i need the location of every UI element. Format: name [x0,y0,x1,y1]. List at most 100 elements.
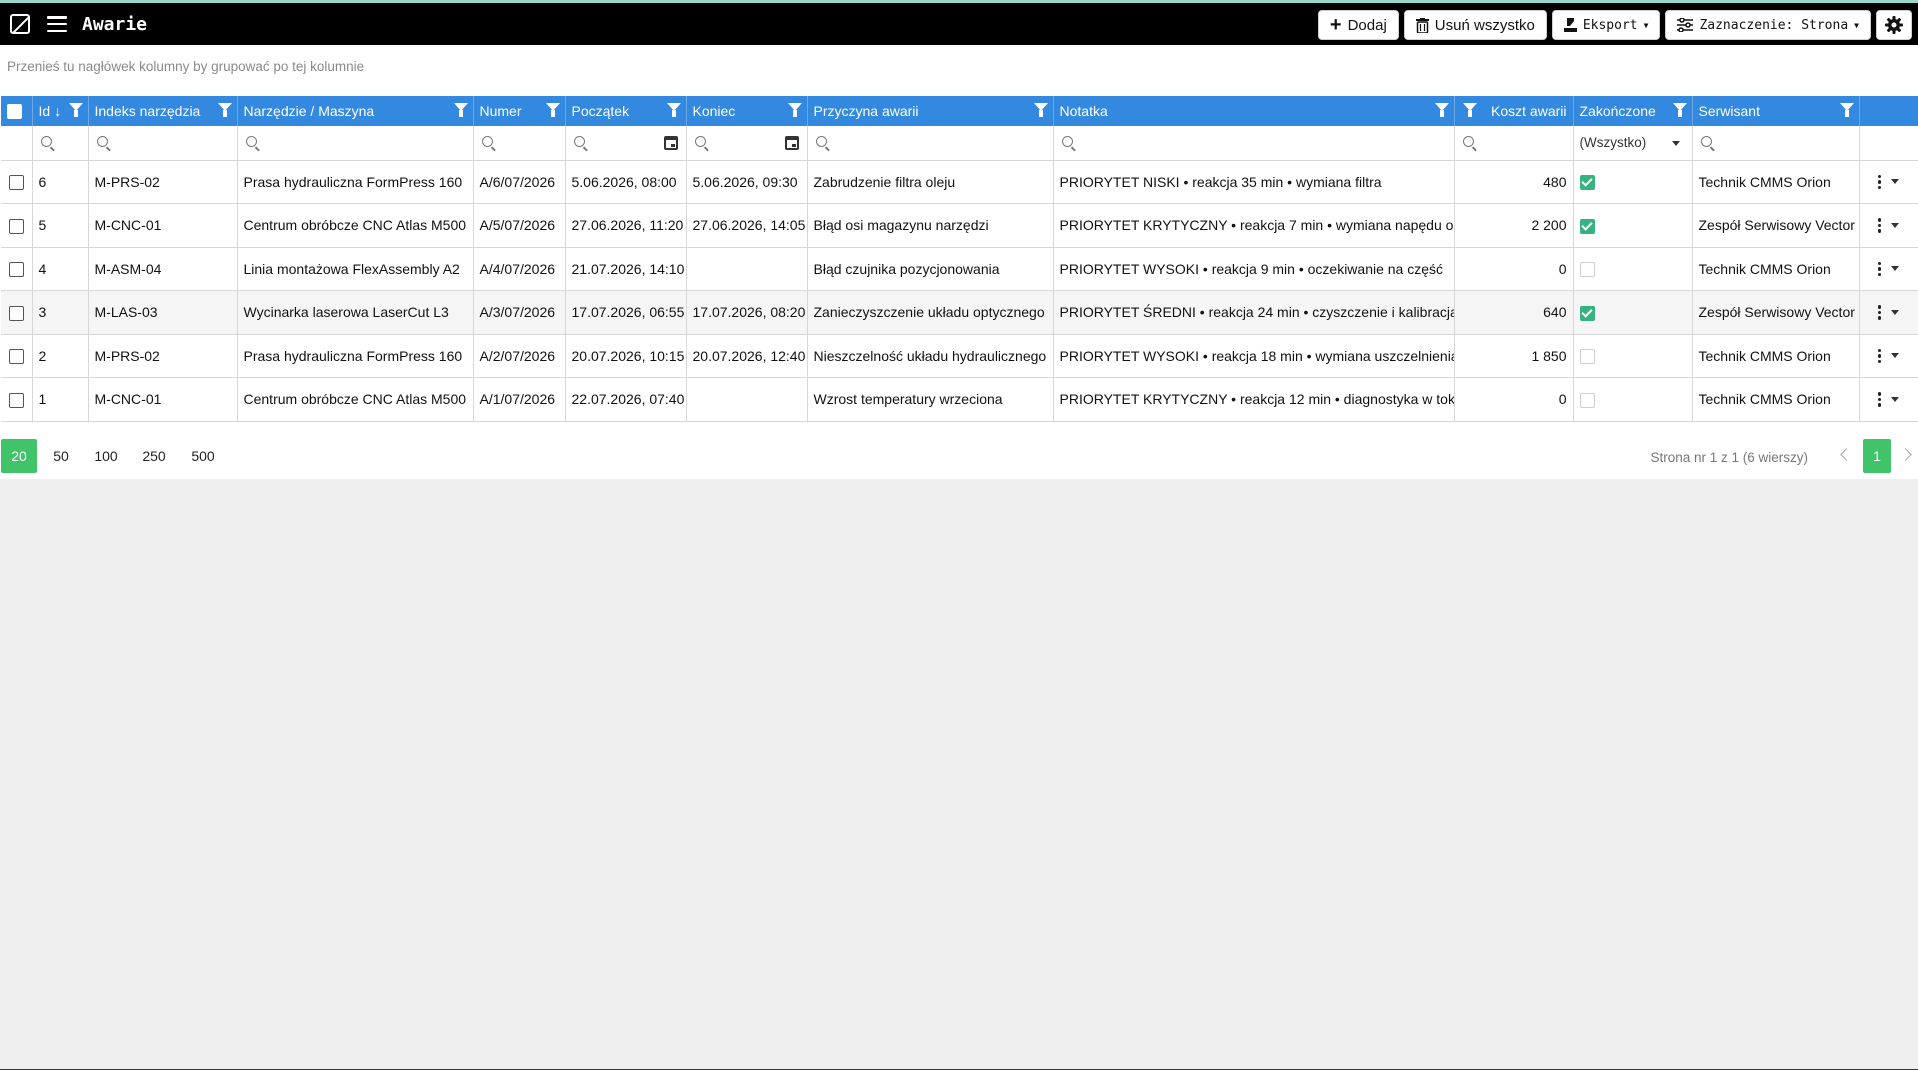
cell-note: PRIORYTET WYSOKI • reakcja 9 min • oczek… [1053,247,1455,291]
filter-icon[interactable] [1839,103,1854,118]
column-header-cause[interactable]: Przyczyna awarii [807,96,1054,126]
page-size-option[interactable]: 20 [1,439,37,473]
page-size-option[interactable]: 250 [134,439,174,473]
filter-input-end[interactable] [686,126,808,161]
filter-input-number[interactable] [473,126,566,161]
filter-icon[interactable] [787,103,802,118]
column-label-technician: Serwisant [1698,103,1760,119]
chevron-down-icon[interactable] [1891,179,1900,185]
more-vertical-icon[interactable] [1877,392,1882,407]
filter-input-cause[interactable] [807,126,1054,161]
hamburger-menu-icon[interactable] [47,16,67,32]
page-size-option[interactable]: 50 [43,439,79,473]
chevron-right-icon[interactable] [1899,448,1912,461]
search-icon [245,136,257,148]
table-row[interactable]: 2 M-PRS-02 Prasa hydrauliczna FormPress … [1,334,1918,378]
chevron-down-icon[interactable] [1891,266,1900,272]
chevron-left-icon[interactable] [1840,448,1853,461]
row-checkbox[interactable] [8,349,24,365]
calendar-icon[interactable] [784,136,799,150]
filter-icon[interactable] [1462,103,1477,118]
filter-input-technician[interactable] [1692,126,1860,161]
chevron-down-icon: ▼ [1854,20,1859,30]
filter-input-start[interactable] [565,126,687,161]
column-header-technician[interactable]: Serwisant [1692,96,1860,126]
cell-id: 5 [32,203,89,248]
column-header-note[interactable]: Notatka [1053,96,1455,126]
cell-technician: Zespół Serwisowy Vector [1692,203,1860,248]
column-header-cost[interactable]: Koszt awarii [1454,96,1574,126]
filter-icon[interactable] [1672,103,1687,118]
row-checkbox[interactable] [8,218,24,234]
table-row[interactable]: 1 M-CNC-01 Centrum obróbcze CNC Atlas M5… [1,377,1918,422]
table-row[interactable]: 3 M-LAS-03 Wycinarka laserowa LaserCut L… [1,290,1918,335]
column-header-completed[interactable]: Zakończone [1573,96,1693,126]
cell-id: 1 [32,377,89,422]
chevron-down-icon[interactable] [1891,396,1900,402]
column-header-end[interactable]: Koniec [686,96,808,126]
more-vertical-icon[interactable] [1877,348,1882,363]
filter-icon[interactable] [68,103,83,118]
filter-input-cost[interactable] [1454,126,1574,161]
filter-icon[interactable] [1434,103,1449,118]
selection-mode-dropdown[interactable]: Zaznaczenie: Strona ▼ [1665,10,1871,40]
filter-input-tool-index[interactable] [88,126,238,161]
column-header-number[interactable]: Numer [473,96,566,126]
more-vertical-icon[interactable] [1877,218,1882,233]
delete-all-button[interactable]: Usuń wszystko [1403,10,1547,40]
cell-start: 17.07.2026, 06:55 [565,290,687,335]
filter-input-id[interactable] [32,126,89,161]
row-checkbox[interactable] [8,175,24,191]
filter-icon[interactable] [1033,103,1048,118]
cell-completed [1573,247,1693,291]
search-icon [1462,136,1474,148]
export-dropdown-button[interactable]: Eksport ▼ [1551,10,1661,40]
search-icon [96,136,108,148]
filter-icon[interactable] [666,103,681,118]
app-logo-icon[interactable] [10,14,30,34]
column-header-tool[interactable]: Narzędzie / Maszyna [237,96,474,126]
chevron-down-icon[interactable] [1891,309,1900,315]
filter-icon[interactable] [545,103,560,118]
column-label-id: Id [38,103,51,119]
cell-start: 21.07.2026, 14:10 [565,247,687,291]
row-checkbox[interactable] [8,392,24,408]
plus-icon: + [1329,14,1342,36]
filter-input-note[interactable] [1053,126,1455,161]
page-title: Awarie [82,13,148,35]
more-vertical-icon[interactable] [1877,174,1882,189]
page-size-option[interactable]: 100 [86,439,126,473]
app-bar: Awarie + Dodaj Usuń wszystko Eksport ▼ Z… [0,3,1918,45]
page-size-option[interactable]: 500 [183,439,223,473]
settings-button[interactable] [1876,10,1912,40]
column-header-start[interactable]: Początek [565,96,687,126]
select-all-checkbox[interactable] [7,104,22,120]
cell-end: 5.06.2026, 09:30 [686,160,808,204]
cell-id: 2 [32,334,89,378]
filter-select-completed[interactable]: (Wszystko) [1573,126,1693,161]
filter-icon[interactable] [217,103,232,118]
filter-row: (Wszystko) [1,126,1918,161]
calendar-icon[interactable] [663,136,678,150]
row-checkbox[interactable] [8,305,24,321]
table-row[interactable]: 5 M-CNC-01 Centrum obróbcze CNC Atlas M5… [1,203,1918,248]
cell-tool-index: M-PRS-02 [88,334,238,378]
filter-input-tool[interactable] [237,126,474,161]
completed-checkbox [1579,262,1595,278]
table-row[interactable]: 4 M-ASM-04 Linia montażowa FlexAssembly … [1,247,1918,291]
filter-icon[interactable] [453,103,468,118]
row-checkbox[interactable] [8,262,24,278]
column-header-id[interactable]: Id ↓ [32,96,89,126]
group-by-panel[interactable]: Przenieś tu nagłówek kolumny by grupować… [7,59,364,74]
cell-actions [1859,334,1918,378]
column-header-tool-index[interactable]: Indeks narzędzia [88,96,238,126]
more-vertical-icon[interactable] [1877,305,1882,320]
add-button[interactable]: + Dodaj [1317,10,1399,40]
more-vertical-icon[interactable] [1877,261,1882,276]
table-row[interactable]: 6 M-PRS-02 Prasa hydrauliczna FormPress … [1,160,1918,204]
cell-technician: Zespół Serwisowy Vector [1692,290,1860,335]
page-number-current[interactable]: 1 [1863,439,1891,473]
cell-tool: Wycinarka laserowa LaserCut L3 [237,290,474,335]
chevron-down-icon[interactable] [1891,353,1900,359]
chevron-down-icon[interactable] [1891,222,1900,228]
